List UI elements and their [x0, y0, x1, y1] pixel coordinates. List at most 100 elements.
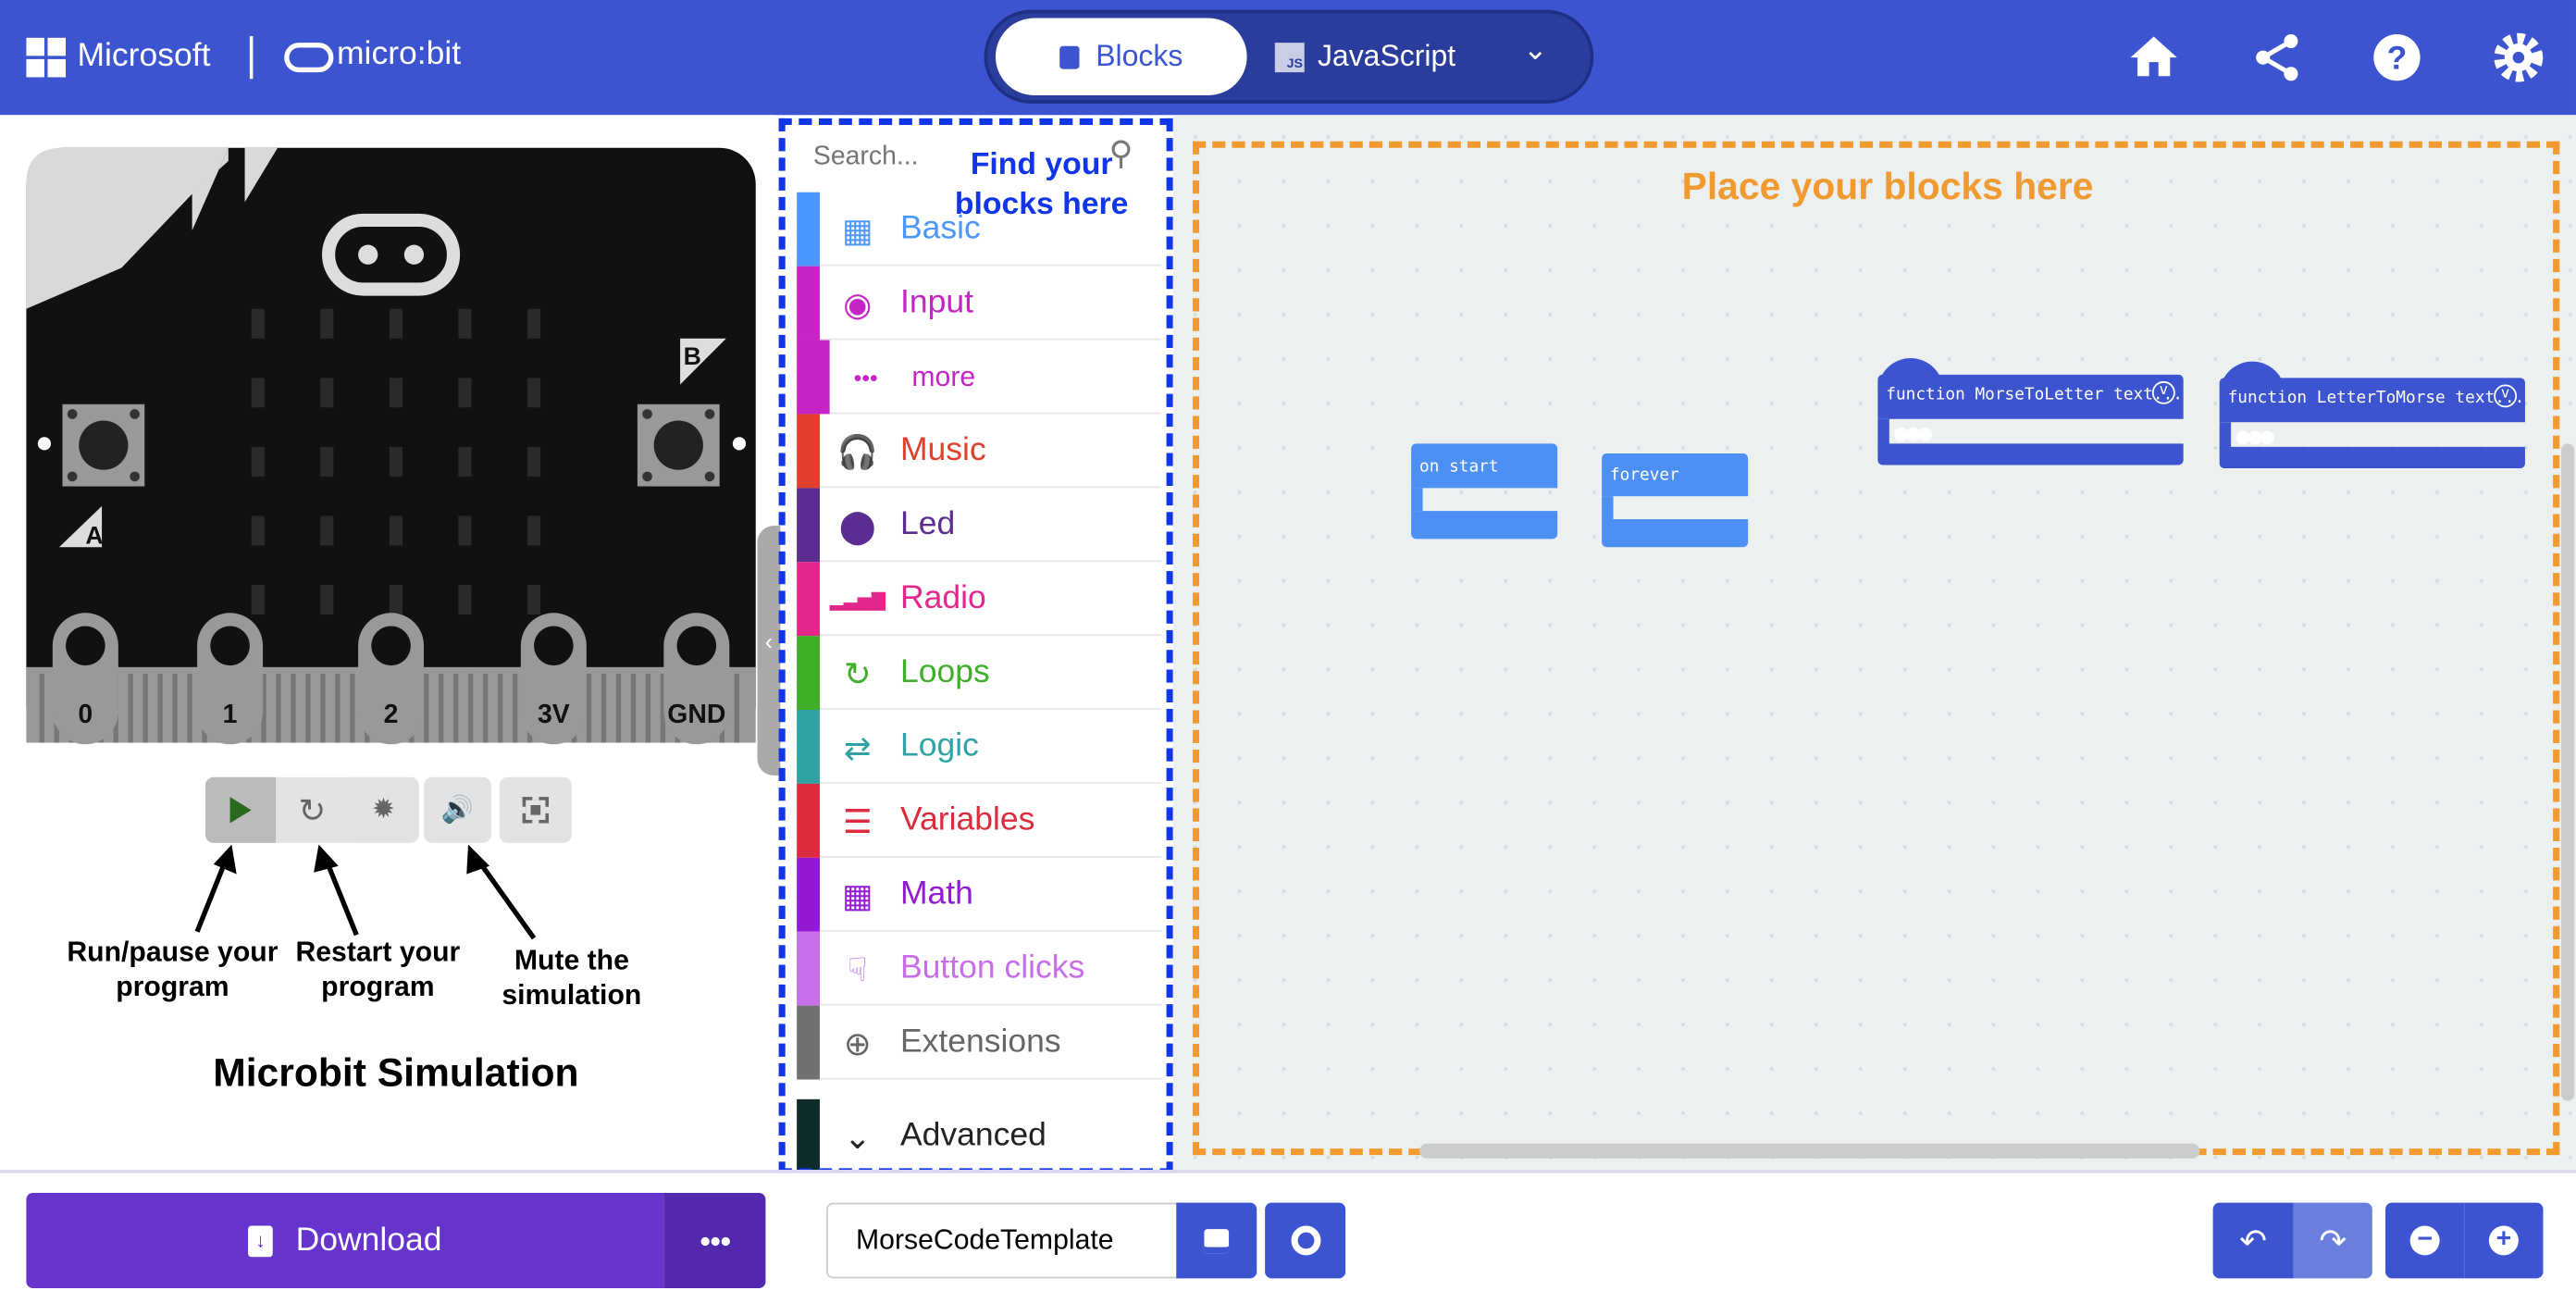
ellipsis-icon: ●●● [2235, 424, 2273, 451]
debug-icon: ✹ [371, 793, 396, 825]
blocks-workspace[interactable]: Place your blocks here on start forever … [1172, 115, 2576, 1171]
download-icon: ↓ [248, 1224, 273, 1257]
github-button[interactable] [1265, 1202, 1346, 1279]
microbit-board[interactable]: A B 0 1 2 3V GND [23, 144, 762, 746]
forever-block[interactable]: forever [1602, 453, 1749, 548]
button-b-label: B [684, 342, 701, 370]
run-annotation: Run/pause your program [67, 937, 279, 1003]
tab-javascript[interactable]: JS JavaScript [1274, 19, 1505, 95]
download-button[interactable]: ↓ Download [26, 1193, 664, 1288]
led [526, 585, 541, 615]
collapse-icon[interactable]: v [2151, 380, 2175, 404]
zoom-in-button[interactable]: + [2464, 1202, 2544, 1279]
led [389, 378, 402, 408]
restart-annotation: Restart your program [295, 937, 461, 1003]
restart-button[interactable]: ↻ [276, 776, 349, 843]
workspace-annotation-frame [1193, 141, 2560, 1156]
block-label: function LetterToMorse text... [2227, 389, 2525, 408]
simulator-panel: A B 0 1 2 3V GND ↻ ✹ 🔊 Run/pause your progra… [0, 115, 781, 1171]
led [526, 308, 541, 339]
sound-icon: 🔊 [440, 797, 475, 825]
pin-2[interactable]: 2 [358, 613, 425, 745]
toolbox-annotation-frame [778, 118, 1173, 1175]
led [526, 378, 541, 408]
block-label: on start [1419, 458, 1499, 477]
ellipsis-icon: ●●● [1894, 420, 1932, 447]
tab-label: JavaScript [1317, 39, 1456, 73]
pin-0[interactable]: 0 [52, 613, 118, 745]
undo-icon: ↶ [2239, 1222, 2267, 1260]
pin-3v[interactable]: 3V [520, 613, 587, 745]
function-morse-to-letter-block[interactable]: function MorseToLetter text... v ●●● [1877, 358, 2184, 465]
undo-button[interactable]: ↶ [2212, 1202, 2294, 1279]
led [389, 515, 402, 546]
collapse-icon[interactable]: v [2494, 384, 2518, 408]
help-icon[interactable]: ? [2369, 30, 2424, 85]
led [251, 446, 265, 477]
share-icon[interactable] [2249, 30, 2305, 85]
github-icon [1290, 1225, 1320, 1256]
save-button[interactable] [1176, 1202, 1257, 1279]
workspace-annotation: Place your blocks here [1681, 164, 2094, 207]
pin-label: GND [667, 700, 725, 729]
bottom-bar: ↓ Download ●●● ↶ ↷ − + [0, 1170, 2576, 1303]
project-name-input[interactable] [826, 1202, 1180, 1279]
led [251, 515, 265, 546]
redo-icon: ↷ [2319, 1222, 2347, 1260]
function-letter-to-morse-block[interactable]: function LetterToMorse text... v ●●● [2219, 361, 2525, 469]
led [458, 308, 472, 339]
pin-label: 1 [223, 700, 238, 729]
led [458, 515, 472, 546]
pin-1[interactable]: 1 [197, 613, 264, 745]
puzzle-icon [1059, 44, 1080, 68]
editor-tabs: Blocks JS JavaScript ⌄ [984, 9, 1594, 104]
brand-name: Microsoft [77, 37, 211, 74]
led [320, 378, 334, 408]
led [526, 446, 541, 477]
simulator-controls: ↻ ✹ 🔊 [204, 776, 572, 843]
led [389, 585, 402, 615]
led [389, 446, 402, 477]
home-icon[interactable] [2125, 30, 2181, 85]
run-button[interactable] [204, 776, 277, 843]
led [458, 378, 472, 408]
javascript-icon: JS [1274, 42, 1305, 72]
pin-label: 0 [78, 700, 93, 729]
zoom-out-button[interactable]: − [2385, 1202, 2465, 1279]
fullscreen-button[interactable] [499, 776, 572, 843]
play-icon [229, 797, 252, 824]
collapse-simulator-handle[interactable]: ‹ [757, 526, 781, 776]
tab-label: Blocks [1096, 39, 1183, 73]
divider [249, 36, 254, 80]
led [458, 446, 472, 477]
chevron-down-icon[interactable]: ⌄ [1523, 33, 1548, 68]
microsoft-logo-icon [26, 37, 67, 78]
redo-button[interactable]: ↷ [2293, 1202, 2372, 1279]
led [458, 585, 472, 615]
download-label: Download [295, 1222, 442, 1259]
toolbox-annotation: Find your blocks here [954, 147, 1129, 222]
ellipsis-icon: ●●● [699, 1229, 732, 1252]
block-label: function MorseToLetter text... [1886, 386, 2183, 404]
block-label: forever [1609, 466, 1679, 485]
led [320, 308, 334, 339]
settings-icon[interactable] [2491, 30, 2546, 85]
pin-label: 3V [538, 700, 570, 729]
horizontal-scrollbar[interactable] [1419, 1143, 2200, 1159]
restart-icon: ↻ [298, 792, 327, 829]
tab-blocks[interactable]: Blocks [995, 18, 1247, 95]
svg-text:?: ? [2387, 41, 2408, 77]
debug-button[interactable]: ✹ [348, 776, 419, 843]
pin-label: 2 [384, 700, 399, 729]
pin-gnd[interactable]: GND [663, 613, 730, 745]
microbit-logo-icon [284, 43, 334, 73]
led [251, 585, 265, 615]
led [389, 308, 402, 339]
vertical-scrollbar[interactable] [2561, 443, 2575, 1101]
mute-button[interactable]: 🔊 [424, 776, 491, 843]
led [320, 585, 334, 615]
more-download-options-button[interactable]: ●●● [663, 1193, 766, 1288]
mute-annotation: Mute the simulation [502, 944, 642, 1011]
zoom-out-icon: − [2409, 1225, 2440, 1256]
on-start-block[interactable]: on start [1411, 443, 1558, 540]
